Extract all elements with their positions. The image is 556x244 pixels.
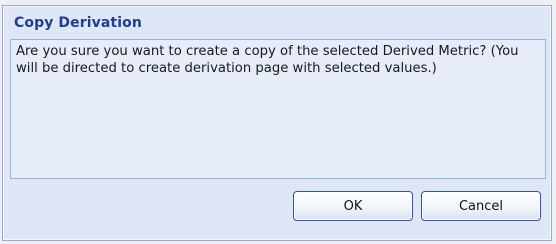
dialog-title: Copy Derivation <box>14 15 142 31</box>
cancel-button[interactable]: Cancel <box>421 191 541 221</box>
message-panel: Are you sure you want to create a copy o… <box>10 39 546 179</box>
confirmation-message: Are you sure you want to create a copy o… <box>16 44 519 76</box>
ok-button[interactable]: OK <box>293 191 413 221</box>
copy-derivation-dialog: Copy Derivation Are you sure you want to… <box>2 5 552 241</box>
